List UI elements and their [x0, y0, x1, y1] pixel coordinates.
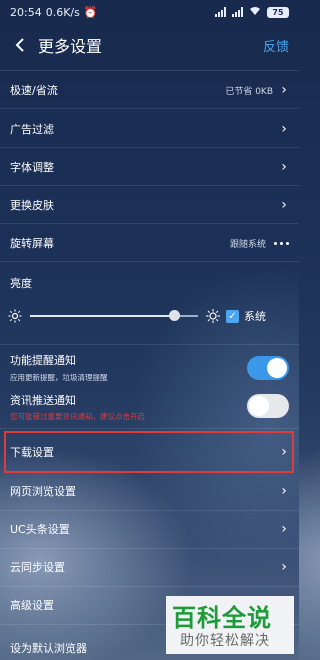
chevron-left-icon [15, 38, 24, 52]
cloud-sync-label: 云同步设置 [10, 561, 65, 574]
font-adjust-label: 字体调整 [10, 161, 54, 174]
chevron-right-icon: › [281, 197, 287, 213]
news-push-label: 资讯推送通知 [10, 394, 76, 407]
signal-icon [215, 7, 226, 17]
highlight-box [4, 431, 294, 473]
news-push-toggle[interactable] [247, 394, 289, 418]
brightness-row: 亮度 [0, 271, 299, 295]
speed-mode-row[interactable]: 极速/省流 已节省 0KB › [0, 74, 299, 106]
follow-system-label: 系统 [244, 310, 266, 323]
skin-label: 更换皮肤 [10, 199, 54, 212]
slider-thumb[interactable] [168, 310, 180, 321]
page-title: 更多设置 [38, 37, 103, 56]
web-browse-label: 网页浏览设置 [10, 485, 76, 498]
speed-mode-label: 极速/省流 [10, 84, 58, 97]
battery-icon: 75 [267, 6, 289, 18]
wifi-icon [249, 6, 261, 19]
rotate-label: 旋转屏幕 [10, 237, 54, 250]
uc-headline-row[interactable]: UC头条设置 › [0, 512, 299, 546]
status-bar: 20:54 0.6K/s ⏰ 75 [0, 0, 299, 24]
watermark-subtitle: 助你轻松解决 [180, 633, 270, 649]
status-speed: 0.6K/s [45, 5, 80, 19]
web-browse-row[interactable]: 网页浏览设置 › [0, 474, 299, 508]
follow-system-checkbox[interactable]: ✓ [226, 309, 239, 323]
chevron-right-icon: › [281, 521, 287, 537]
top-bar: 更多设置 反馈 [0, 26, 299, 64]
rotate-value: 跟随系统 [229, 239, 266, 250]
uc-headline-label: UC头条设置 [10, 523, 70, 536]
font-adjust-row[interactable]: 字体调整 › [0, 150, 299, 184]
status-time: 20:54 [10, 5, 42, 19]
watermark: 百科全说 助你轻松解决 [166, 596, 294, 654]
news-push-warning: 您可能错过重要资讯通知，建议点击开启 [10, 412, 145, 421]
sun-small-icon [8, 309, 22, 323]
signal-icon-2 [232, 7, 243, 17]
advanced-label: 高级设置 [10, 599, 54, 612]
feature-notice-label: 功能提醒通知 [10, 354, 76, 367]
watermark-title: 百科全说 [172, 604, 272, 632]
chevron-right-icon: › [281, 559, 287, 575]
default-browser-label: 设为默认浏览器 [10, 642, 87, 655]
back-button[interactable] [10, 35, 30, 55]
more-icon[interactable] [274, 241, 289, 245]
chevron-right-icon: › [281, 121, 287, 137]
chevron-right-icon: › [281, 82, 287, 98]
chevron-right-icon: › [281, 483, 287, 499]
feature-notice-toggle[interactable] [247, 356, 289, 380]
brightness-slider[interactable] [30, 310, 198, 321]
skin-row[interactable]: 更换皮肤 › [0, 188, 299, 222]
brightness-label: 亮度 [10, 277, 32, 290]
ad-filter-row[interactable]: 广告过滤 › [0, 112, 299, 146]
ad-filter-label: 广告过滤 [10, 123, 54, 136]
cloud-sync-row[interactable]: 云同步设置 › [0, 550, 299, 584]
feature-notice-sub: 应用更新提醒，垃圾清理提醒 [10, 373, 108, 382]
brightness-control: ✓ 系统 [0, 304, 299, 328]
rotate-row[interactable]: 旋转屏幕 跟随系统 [0, 226, 299, 260]
speed-mode-value: 已节省 0KB [225, 86, 273, 97]
sun-large-icon [206, 309, 220, 323]
chevron-right-icon: › [281, 159, 287, 175]
alarm-icon: ⏰ [83, 5, 98, 19]
feedback-link[interactable]: 反馈 [263, 36, 289, 55]
